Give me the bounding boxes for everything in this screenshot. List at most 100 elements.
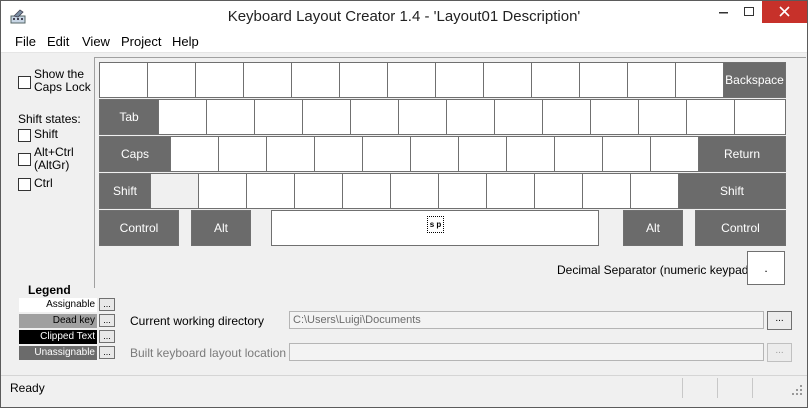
- window-title: Keyboard Layout Creator 1.4 - 'Layout01 …: [227, 8, 581, 25]
- key[interactable]: [686, 99, 735, 135]
- working-directory-field[interactable]: C:\Users\Luigi\Documents: [289, 311, 764, 329]
- key[interactable]: [302, 99, 351, 135]
- key[interactable]: [266, 136, 315, 172]
- title-bar[interactable]: Keyboard Layout Creator 1.4 - 'Layout01 …: [1, 1, 807, 32]
- legend-assignable-button[interactable]: ...: [99, 298, 115, 311]
- altgr-checkbox[interactable]: [18, 153, 31, 166]
- key-shift-right[interactable]: Shift: [678, 173, 786, 209]
- key[interactable]: [579, 62, 628, 98]
- build-location-field[interactable]: [289, 343, 764, 361]
- menu-project[interactable]: Project: [121, 34, 161, 49]
- decimal-separator-key[interactable]: .: [747, 251, 785, 285]
- maximize-icon: [744, 7, 754, 16]
- key[interactable]: [486, 173, 535, 209]
- key[interactable]: [339, 62, 388, 98]
- key[interactable]: [554, 136, 603, 172]
- key[interactable]: [438, 173, 487, 209]
- key[interactable]: [506, 136, 555, 172]
- key[interactable]: [390, 173, 439, 209]
- status-separator: [752, 378, 753, 398]
- key[interactable]: [362, 136, 411, 172]
- key[interactable]: [147, 62, 196, 98]
- key[interactable]: [446, 99, 495, 135]
- key[interactable]: [243, 62, 292, 98]
- key-control-left[interactable]: Control: [99, 210, 179, 246]
- key[interactable]: [638, 99, 687, 135]
- key[interactable]: [531, 62, 580, 98]
- key[interactable]: [387, 62, 436, 98]
- key-space[interactable]: s p: [271, 210, 599, 246]
- minimize-button[interactable]: [710, 1, 736, 23]
- shift-checkbox[interactable]: [18, 129, 31, 142]
- status-text: Ready: [10, 381, 45, 395]
- legend-unassignable-button[interactable]: ...: [99, 346, 115, 359]
- key[interactable]: [534, 173, 583, 209]
- keyboard-area: Backspace Tab Caps Return Shift Shift Co…: [94, 57, 806, 288]
- space-key-label: s p: [427, 216, 444, 233]
- close-button[interactable]: [762, 1, 807, 23]
- key-return[interactable]: Return: [698, 136, 786, 172]
- key[interactable]: [582, 173, 631, 209]
- key[interactable]: [342, 173, 391, 209]
- show-caps-lock-label-2: Caps Lock: [34, 80, 91, 94]
- main-window: Keyboard Layout Creator 1.4 - 'Layout01 …: [0, 0, 808, 408]
- menu-view[interactable]: View: [82, 34, 110, 49]
- legend-assignable: Assignable: [19, 298, 97, 312]
- key-alt-left[interactable]: Alt: [191, 210, 251, 246]
- menu-file[interactable]: File: [15, 34, 36, 49]
- key[interactable]: [206, 99, 255, 135]
- key[interactable]: [398, 99, 447, 135]
- key[interactable]: [170, 136, 219, 172]
- key-shift-left[interactable]: Shift: [99, 173, 151, 209]
- key[interactable]: [218, 136, 267, 172]
- key[interactable]: [99, 62, 148, 98]
- key[interactable]: [294, 173, 343, 209]
- key[interactable]: [435, 62, 484, 98]
- shift-states-title: Shift states:: [18, 112, 81, 126]
- status-separator: [682, 378, 683, 398]
- key[interactable]: [483, 62, 532, 98]
- key[interactable]: [458, 136, 507, 172]
- menu-edit[interactable]: Edit: [47, 34, 69, 49]
- build-location-browse-button[interactable]: ...: [767, 343, 792, 362]
- legend-title: Legend: [28, 283, 71, 297]
- key[interactable]: [291, 62, 340, 98]
- legend-clipped-text-button[interactable]: ...: [99, 330, 115, 343]
- key[interactable]: [602, 136, 651, 172]
- legend-dead-key: Dead key: [19, 314, 97, 328]
- key[interactable]: [246, 173, 295, 209]
- key[interactable]: [314, 136, 363, 172]
- minimize-icon: [719, 12, 728, 14]
- key[interactable]: [542, 99, 591, 135]
- key[interactable]: [630, 173, 679, 209]
- key[interactable]: [590, 99, 639, 135]
- maximize-button[interactable]: [736, 1, 762, 23]
- key[interactable]: [198, 173, 247, 209]
- key[interactable]: [254, 99, 303, 135]
- key[interactable]: [410, 136, 459, 172]
- key[interactable]: [650, 136, 699, 172]
- show-caps-lock-checkbox[interactable]: [18, 76, 31, 89]
- close-icon: [779, 6, 790, 17]
- resize-grip-icon[interactable]: [791, 384, 803, 396]
- key-caps[interactable]: Caps: [99, 136, 171, 172]
- menu-help[interactable]: Help: [172, 34, 199, 49]
- key-tab[interactable]: Tab: [99, 99, 159, 135]
- working-directory-label: Current working directory: [130, 314, 265, 328]
- key[interactable]: [675, 62, 724, 98]
- key[interactable]: [627, 62, 676, 98]
- key[interactable]: [350, 99, 399, 135]
- ctrl-checkbox[interactable]: [18, 178, 31, 191]
- key[interactable]: [150, 173, 199, 209]
- key-backspace[interactable]: Backspace: [723, 62, 786, 98]
- key-alt-right[interactable]: Alt: [623, 210, 683, 246]
- key[interactable]: [734, 99, 786, 135]
- menu-bar: File Edit View Project Help: [1, 32, 807, 53]
- legend-dead-key-button[interactable]: ...: [99, 314, 115, 327]
- key-control-right[interactable]: Control: [695, 210, 786, 246]
- key[interactable]: [494, 99, 543, 135]
- key[interactable]: [195, 62, 244, 98]
- ctrl-label: Ctrl: [34, 176, 53, 190]
- working-directory-browse-button[interactable]: ...: [767, 311, 792, 330]
- key[interactable]: [158, 99, 207, 135]
